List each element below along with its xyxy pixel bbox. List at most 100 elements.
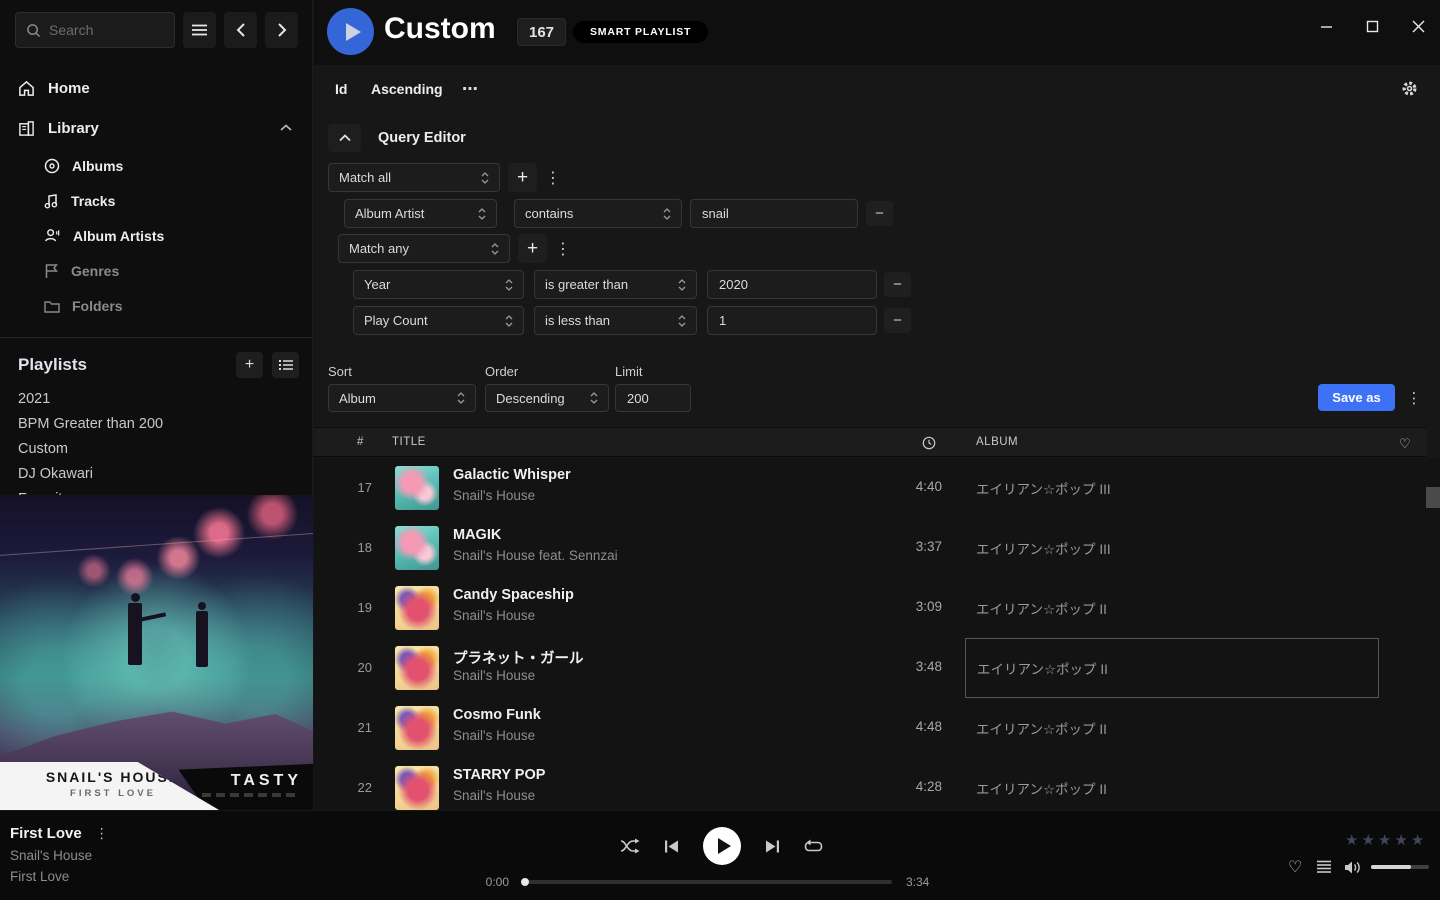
column-header-title[interactable]: TITLE	[392, 436, 426, 448]
star-icon[interactable]: ★	[1411, 831, 1424, 849]
now-playing-artwork[interactable]: TASTY SNAIL'S HOUSE FIRST LOVE	[0, 495, 313, 810]
maximize-button[interactable]	[1364, 18, 1380, 34]
scrollbar-thumb[interactable]	[1426, 487, 1440, 508]
save-menu-button[interactable]: ⋮	[1404, 384, 1424, 411]
column-header-index[interactable]: #	[357, 436, 364, 448]
artwork-album: FIRST LOVE	[18, 788, 208, 799]
next-button[interactable]	[765, 839, 780, 854]
rule-value-input[interactable]: snail	[690, 199, 858, 228]
volume-slider[interactable]	[1371, 865, 1429, 869]
now-playing-menu-button[interactable]: ⋮	[95, 825, 109, 842]
sidebar-item-album-artists[interactable]: Album Artists	[0, 218, 312, 253]
playlist-item[interactable]: 2021	[0, 386, 312, 411]
sidebar-item-home[interactable]: Home	[0, 68, 312, 108]
sidebar-item-folders[interactable]: Folders	[0, 288, 312, 323]
minimize-button[interactable]	[1318, 18, 1334, 34]
player-bar: First Love ⋮ Snail's House First Love 0:…	[0, 810, 1440, 900]
table-row[interactable]: 22 STARRY POP Snail's House 4:28 エイリアン☆ポ…	[314, 758, 1440, 810]
rule-operator-select[interactable]: contains	[514, 199, 682, 228]
favorite-heart-icon[interactable]: ♡	[1288, 857, 1302, 877]
column-header-album[interactable]: ALBUM	[976, 436, 1018, 448]
star-icon[interactable]: ★	[1394, 831, 1407, 849]
playlist-list-button[interactable]	[272, 352, 299, 378]
album-cell[interactable]: エイリアン☆ポップ III	[965, 518, 1379, 578]
player-right-controls: ♡	[1288, 857, 1429, 877]
chevron-up-icon[interactable]	[280, 124, 292, 132]
menu-button[interactable]	[183, 12, 216, 48]
table-row[interactable]: 17 Galactic Whisper Snail's House 4:40 エ…	[314, 458, 1440, 518]
now-playing-artist[interactable]: Snail's House	[10, 848, 92, 863]
remove-rule-button[interactable]: −	[884, 308, 911, 333]
rule-value-input[interactable]: 1	[707, 306, 877, 335]
table-row[interactable]: 19 Candy Spaceship Snail's House 3:09 エイ…	[314, 578, 1440, 638]
sidebar-item-albums[interactable]: Albums	[0, 148, 312, 183]
playlist-item[interactable]: BPM Greater than 200	[0, 411, 312, 436]
sidebar-item-tracks[interactable]: Tracks	[0, 183, 312, 218]
rule-field-select[interactable]: Album Artist	[344, 199, 497, 228]
forward-button[interactable]	[265, 12, 298, 48]
rule-operator-select[interactable]: is less than	[534, 306, 697, 335]
order-label: Order	[485, 364, 518, 379]
back-button[interactable]	[224, 12, 257, 48]
match-any-select[interactable]: Match any	[338, 234, 510, 263]
star-icon[interactable]: ★	[1378, 831, 1391, 849]
play-button[interactable]	[703, 827, 741, 865]
playlist-item[interactable]: DJ Okawari	[0, 461, 312, 486]
gear-icon[interactable]	[1401, 80, 1418, 97]
add-playlist-button[interactable]: +	[236, 352, 263, 378]
favorite-heart-icon[interactable]: ♡	[1399, 436, 1411, 452]
now-playing-title[interactable]: First Love	[10, 825, 82, 842]
star-icon[interactable]: ★	[1361, 831, 1374, 849]
rule-value-input[interactable]: 2020	[707, 270, 877, 299]
volume-icon[interactable]	[1344, 860, 1362, 875]
shuffle-button[interactable]	[620, 838, 640, 854]
order-select[interactable]: Descending	[485, 384, 609, 412]
table-row[interactable]: 18 MAGIK Snail's House feat. Sennzai 3:3…	[314, 518, 1440, 578]
select-value: is greater than	[545, 277, 678, 292]
now-playing-album[interactable]: First Love	[10, 869, 69, 884]
album-cell[interactable]: エイリアン☆ポップ III	[965, 458, 1379, 518]
play-playlist-button[interactable]	[327, 8, 374, 55]
rule-field-select[interactable]: Year	[353, 270, 524, 299]
queue-icon[interactable]	[1316, 860, 1332, 874]
sort-select[interactable]: Album	[328, 384, 476, 412]
table-row[interactable]: 21 Cosmo Funk Snail's House 4:48 エイリアン☆ポ…	[314, 698, 1440, 758]
sidebar-item-genres[interactable]: Genres	[0, 253, 312, 288]
album-cell[interactable]: エイリアン☆ポップ II	[965, 758, 1379, 810]
remove-rule-button[interactable]: −	[884, 272, 911, 297]
progress-slider[interactable]	[522, 880, 892, 884]
match-all-select[interactable]: Match all	[328, 163, 500, 192]
album-cell[interactable]: エイリアン☆ポップ II	[965, 578, 1379, 638]
group-menu-button[interactable]: ⋮	[554, 234, 572, 263]
add-rule-button[interactable]: +	[508, 163, 537, 192]
sort-field-button[interactable]: Id	[335, 81, 347, 97]
remove-rule-button[interactable]: −	[866, 201, 893, 226]
more-options-button[interactable]: ⋯	[462, 79, 479, 99]
track-count-badge: 167	[517, 18, 566, 46]
star-icon[interactable]: ★	[1345, 831, 1358, 849]
repeat-button[interactable]	[804, 839, 823, 854]
playlist-item[interactable]: Custom	[0, 436, 312, 461]
close-button[interactable]	[1410, 18, 1426, 34]
album-cell[interactable]: エイリアン☆ポップ II	[965, 638, 1379, 698]
window-controls	[1318, 18, 1426, 34]
group-menu-button[interactable]: ⋮	[544, 163, 562, 192]
artwork-artist: SNAIL'S HOUSE	[18, 769, 208, 785]
duration-clock-icon[interactable]	[922, 436, 936, 450]
collapse-query-editor-button[interactable]	[328, 124, 361, 152]
time-elapsed: 0:00	[480, 875, 522, 889]
rule-field-select[interactable]: Play Count	[353, 306, 524, 335]
add-rule-button[interactable]: +	[518, 234, 547, 263]
sort-direction-button[interactable]: Ascending	[371, 81, 443, 97]
sidebar-item-library[interactable]: Library	[0, 108, 312, 148]
search-input[interactable]	[15, 12, 175, 48]
rule-operator-select[interactable]: is greater than	[534, 270, 697, 299]
search-field[interactable]	[49, 22, 159, 38]
limit-input[interactable]: 200	[615, 384, 691, 412]
album-cell[interactable]: エイリアン☆ポップ II	[965, 698, 1379, 758]
progress-knob[interactable]	[521, 878, 529, 886]
updown-chevron-icon	[678, 278, 686, 292]
table-row[interactable]: 20 プラネット・ガール Snail's House 3:48 エイリアン☆ポッ…	[314, 638, 1440, 698]
previous-button[interactable]	[664, 839, 679, 854]
save-as-button[interactable]: Save as	[1318, 384, 1395, 411]
